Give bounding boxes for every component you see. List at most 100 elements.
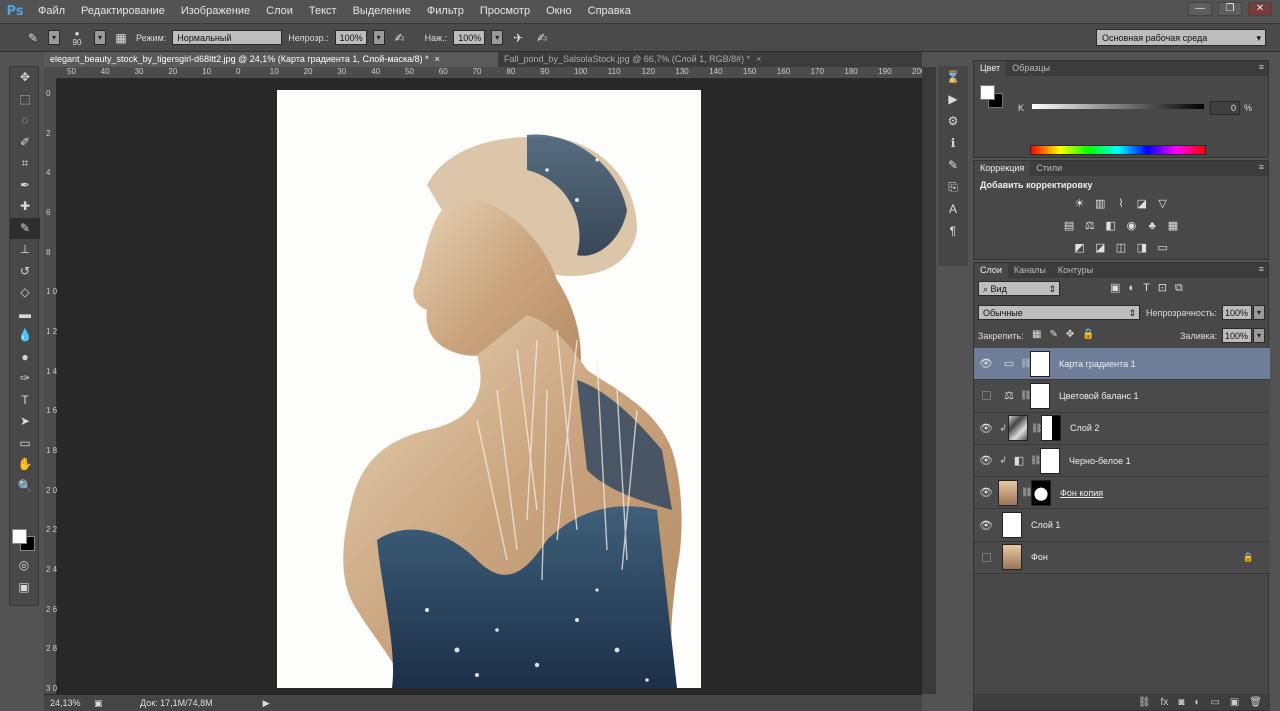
status-arrow-icon[interactable]: ▶	[263, 698, 270, 709]
lock-pixels-icon[interactable]: ✎	[1049, 329, 1065, 340]
threshold-icon[interactable]: ◫	[1112, 240, 1130, 256]
dodge-tool-icon[interactable]: ●	[10, 347, 40, 369]
brush-preset-dropdown[interactable]: ▾	[48, 30, 60, 45]
properties-panel-icon[interactable]: ⚙	[938, 110, 968, 132]
curves-icon[interactable]: ⌇	[1112, 196, 1130, 212]
foreground-color-swatch[interactable]	[12, 529, 27, 544]
link-layers-icon[interactable]: ⛓	[1138, 697, 1151, 708]
layer-thumbnail[interactable]	[1008, 415, 1028, 442]
paragraph-panel-icon[interactable]: ¶	[938, 220, 968, 242]
visibility-eye-icon[interactable]: 👁	[974, 519, 998, 532]
tab-swatches[interactable]: Образцы	[1006, 61, 1056, 76]
tab-paths[interactable]: Контуры	[1052, 263, 1099, 278]
quick-mask-icon[interactable]: ◎	[9, 555, 39, 577]
k-slider[interactable]	[1032, 104, 1204, 109]
hue-saturation-icon[interactable]: ▤	[1060, 218, 1078, 234]
channel-mixer-icon[interactable]: ♣	[1143, 218, 1161, 234]
color-lookup-icon[interactable]: ▦	[1164, 218, 1182, 234]
character-panel-icon[interactable]: A	[938, 198, 968, 220]
restore-button[interactable]: ❐	[1218, 2, 1242, 16]
gradient-map-icon[interactable]: ▭	[1154, 240, 1172, 256]
menu-select[interactable]: Выделение	[345, 0, 419, 23]
layer-name[interactable]: Фон	[1031, 552, 1048, 562]
menu-view[interactable]: Просмотр	[472, 0, 538, 23]
tab-channels[interactable]: Каналы	[1008, 263, 1052, 278]
exposure-icon[interactable]: ◪	[1133, 196, 1151, 212]
visibility-eye-icon[interactable]: 👁	[974, 357, 998, 370]
flow-dropdown[interactable]: ▾	[491, 30, 504, 45]
posterize-icon[interactable]: ◪	[1091, 240, 1109, 256]
menu-edit[interactable]: Редактирование	[73, 0, 173, 23]
brush-size-icon[interactable]: ● 90	[66, 29, 88, 47]
workspace-select[interactable]: Основная рабочая среда ▾	[1096, 29, 1266, 46]
layer-name[interactable]: Слой 1	[1031, 520, 1060, 530]
layer-row[interactable]: 👁 ↲ ⛓ Слой 2	[974, 412, 1270, 445]
document-canvas[interactable]	[277, 90, 701, 688]
doc-tab-active[interactable]: elegant_beauty_stock_by_tigersgirl-d68lt…	[44, 52, 498, 67]
new-layer-icon[interactable]: ▣	[1230, 697, 1239, 708]
status-icon[interactable]: ▣	[94, 698, 134, 709]
vibrance-icon[interactable]: ▽	[1154, 196, 1172, 212]
panel-menu-icon[interactable]: ≡	[1259, 264, 1264, 274]
panel-menu-icon[interactable]: ≡	[1259, 62, 1264, 72]
history-panel-icon[interactable]: ⌛	[938, 66, 968, 88]
menu-type[interactable]: Текст	[301, 0, 345, 23]
black-white-icon[interactable]: ◧	[1102, 218, 1120, 234]
layer-row[interactable]: 👁 Слой 1	[974, 509, 1270, 542]
menu-help[interactable]: Справка	[580, 0, 639, 23]
path-select-tool-icon[interactable]: ➤	[10, 411, 40, 433]
layer-mask-thumbnail[interactable]	[1031, 479, 1051, 506]
opacity-dropdown[interactable]: ▾	[372, 30, 385, 45]
color-spectrum-bar[interactable]	[1030, 145, 1206, 155]
menu-window[interactable]: Окно	[538, 0, 580, 23]
eyedropper-tool-icon[interactable]: ✒	[10, 175, 40, 197]
tab-color[interactable]: Цвет	[974, 61, 1007, 76]
vertical-scrollbar[interactable]	[922, 67, 936, 694]
lock-all-icon[interactable]: 🔒	[1082, 329, 1102, 340]
hand-tool-icon[interactable]: ✋	[10, 454, 40, 476]
tab-layers[interactable]: Слои	[974, 263, 1008, 278]
panel-menu-icon[interactable]: ≡	[1259, 162, 1264, 172]
crop-tool-icon[interactable]: ⌗	[10, 153, 40, 175]
tab-close-icon[interactable]: ×	[435, 54, 440, 64]
layer-name[interactable]: Слой 2	[1070, 423, 1099, 433]
layer-mask-thumbnail[interactable]	[1030, 350, 1050, 377]
minimize-button[interactable]: —	[1188, 2, 1212, 16]
layer-opacity-dropdown[interactable]: ▾	[1253, 305, 1265, 320]
visibility-eye-icon[interactable]: 👁	[974, 454, 998, 467]
layer-name[interactable]: Цветовой баланс 1	[1059, 391, 1138, 401]
selective-color-icon[interactable]: ◨	[1133, 240, 1151, 256]
lock-position-icon[interactable]: ✥	[1066, 329, 1082, 340]
photo-filter-icon[interactable]: ◉	[1122, 218, 1140, 234]
invert-icon[interactable]: ◩	[1070, 240, 1088, 256]
clone-source-panel-icon[interactable]: ⎘	[938, 176, 968, 198]
brightness-icon[interactable]: ☀	[1070, 196, 1088, 212]
layer-thumbnail[interactable]	[998, 479, 1018, 506]
zoom-level[interactable]: 24,13%	[50, 698, 90, 708]
visibility-eye-icon[interactable]: 👁	[974, 422, 998, 435]
quick-select-tool-icon[interactable]: ✐	[10, 132, 40, 154]
layer-mask-thumbnail[interactable]	[1030, 382, 1050, 409]
brush-size-dropdown[interactable]: ▾	[94, 30, 106, 45]
brush-panel-icon[interactable]: ✎	[938, 154, 968, 176]
mode-select[interactable]: Нормальный	[172, 30, 283, 45]
lasso-tool-icon[interactable]: ◌	[10, 110, 40, 132]
layer-mask-thumbnail[interactable]	[1040, 447, 1060, 474]
layer-name[interactable]: Карта градиента 1	[1059, 359, 1136, 369]
type-tool-icon[interactable]: T	[10, 390, 40, 412]
menu-layers[interactable]: Слои	[258, 0, 301, 23]
layer-thumbnail[interactable]	[1002, 512, 1022, 539]
color-fg-bg[interactable]	[980, 85, 1004, 109]
menu-filter[interactable]: Фильтр	[419, 0, 472, 23]
layer-row[interactable]: 👁 ↲ ◧ ⛓ Черно-белое 1	[974, 444, 1270, 478]
lock-transparent-icon[interactable]: ▦	[1032, 329, 1049, 340]
layer-row[interactable]: 👁 ⛓ Фон копия	[974, 477, 1270, 510]
new-group-icon[interactable]: ▭	[1210, 697, 1219, 708]
close-button[interactable]: ✕	[1248, 2, 1272, 16]
actions-panel-icon[interactable]: ▶	[938, 88, 968, 110]
k-value-field[interactable]: 0	[1210, 101, 1240, 115]
layer-style-icon[interactable]: fx	[1161, 697, 1169, 708]
doc-tab[interactable]: Fall_pond_by_SalsolaStock.jpg @ 66,7% (С…	[498, 52, 798, 67]
pen-tool-icon[interactable]: ✑	[10, 368, 40, 390]
layer-opacity-field[interactable]: 100%	[1222, 305, 1252, 320]
